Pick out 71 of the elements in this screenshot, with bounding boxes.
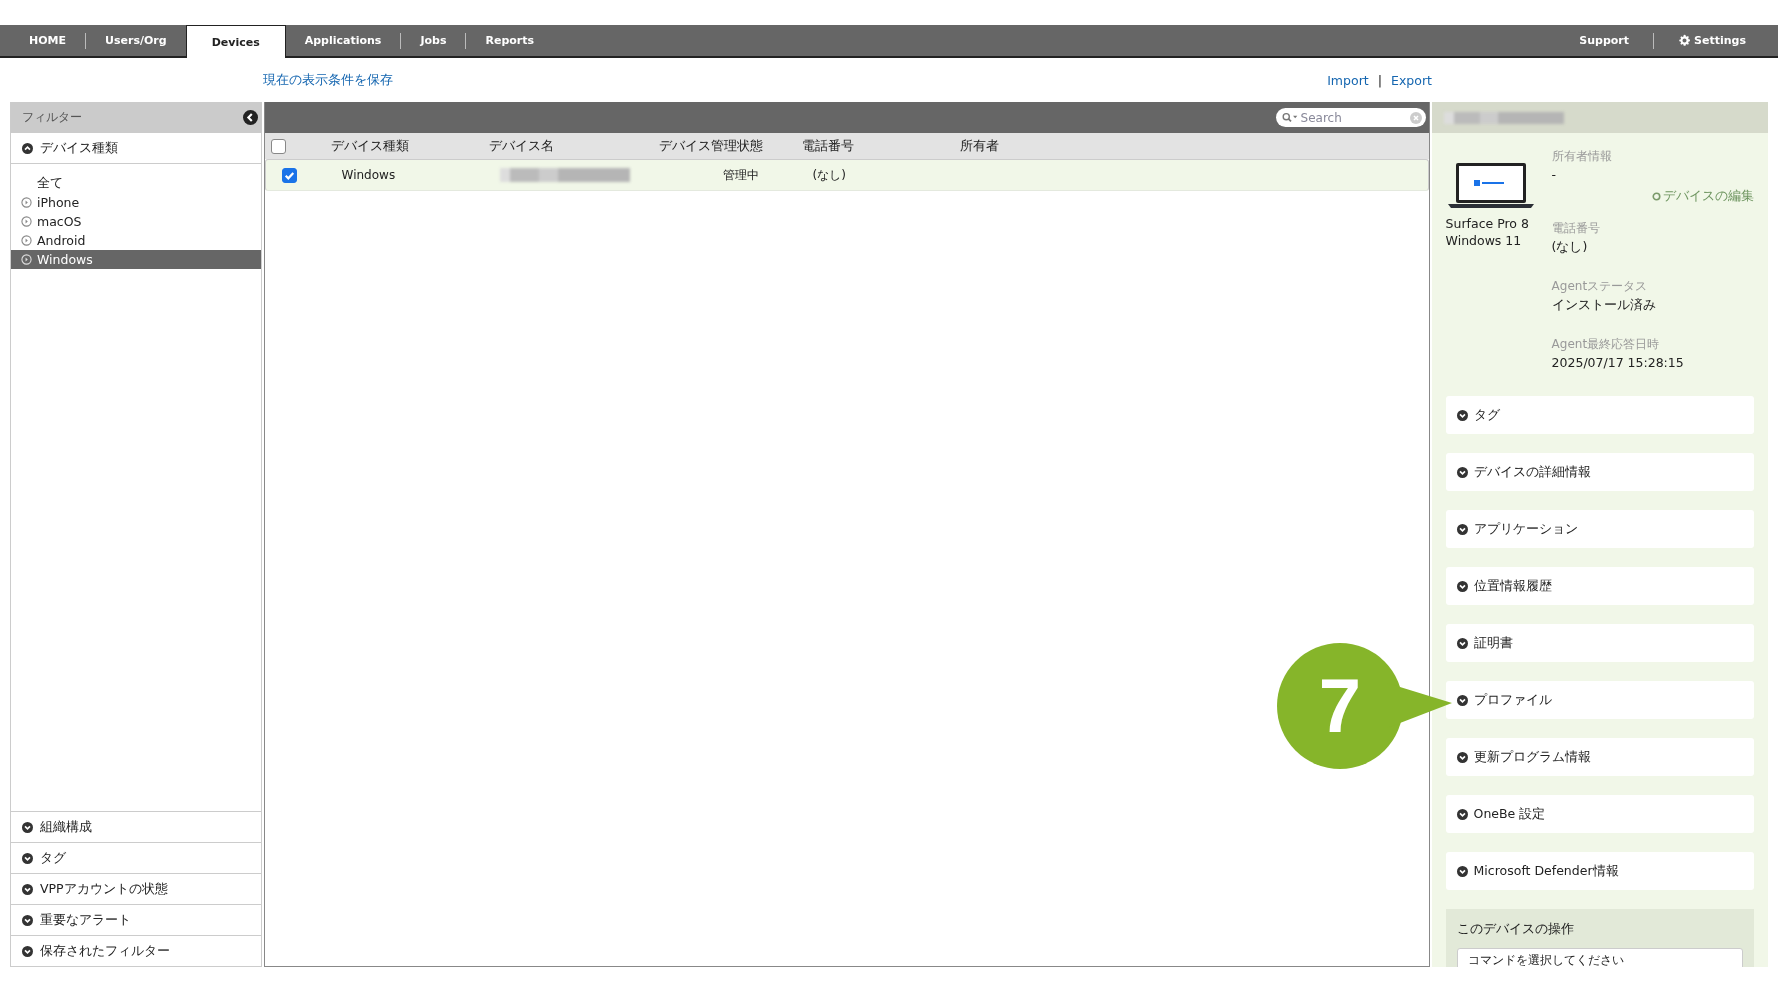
accordion-section[interactable]: デバイスの詳細情報 bbox=[1445, 453, 1754, 491]
column-header[interactable]: デバイス名 bbox=[488, 137, 649, 155]
field-label: 所有者情報 bbox=[1551, 148, 1613, 165]
radio-icon bbox=[21, 216, 32, 227]
field-value: 2025/07/17 15:28:15 bbox=[1551, 354, 1685, 372]
collapse-icon[interactable] bbox=[242, 110, 258, 125]
column-header[interactable]: デバイス管理状態 bbox=[648, 137, 802, 155]
chevron-icon bbox=[1456, 580, 1468, 592]
accordion-section[interactable]: タグ bbox=[1445, 396, 1754, 434]
laptop-icon bbox=[1445, 161, 1536, 211]
accordion-section[interactable]: アプリケーション bbox=[1445, 510, 1754, 548]
circle-icon bbox=[1652, 192, 1661, 201]
table-cell: Windows bbox=[341, 168, 396, 182]
nav-tab[interactable]: HOME bbox=[10, 25, 86, 56]
column-header[interactable]: 所有者 bbox=[959, 137, 1429, 155]
accordion-section[interactable]: Microsoft Defender情報 bbox=[1445, 852, 1754, 890]
table-row[interactable]: Windows 管理中 (なし) bbox=[264, 159, 1429, 191]
device-os: Windows 11 bbox=[1445, 232, 1523, 249]
device-model: Surface Pro 8 bbox=[1445, 215, 1530, 232]
actions-title: このデバイスの操作 bbox=[1456, 921, 1575, 938]
nav-tab[interactable]: Users/Org bbox=[86, 25, 186, 56]
chevron-icon bbox=[1456, 466, 1468, 478]
chevron-icon bbox=[22, 821, 33, 833]
chevron-icon bbox=[22, 914, 33, 926]
field-label: Agentステータス bbox=[1551, 278, 1649, 295]
chevron-icon bbox=[22, 852, 33, 864]
radio-icon bbox=[21, 254, 32, 265]
radio-icon bbox=[21, 235, 32, 246]
column-header[interactable]: 電話番号 bbox=[801, 137, 960, 155]
column-header[interactable]: デバイス種類 bbox=[330, 137, 489, 155]
chevron-icon bbox=[1456, 808, 1468, 820]
chevron-icon bbox=[22, 142, 33, 154]
nav-tab[interactable]: Jobs bbox=[401, 25, 466, 56]
filter-item[interactable]: Windows bbox=[11, 250, 261, 269]
accordion-section[interactable]: 証明書 bbox=[1445, 624, 1754, 662]
chevron-icon bbox=[1456, 409, 1468, 421]
accordion-section[interactable]: OneBe 設定 bbox=[1445, 795, 1754, 833]
export-link[interactable]: Export bbox=[1391, 72, 1432, 88]
chevron-icon bbox=[22, 945, 33, 957]
nav-tab[interactable]: Reports bbox=[466, 25, 554, 56]
field-value: インストール済み bbox=[1551, 296, 1657, 314]
chevron-icon bbox=[1456, 637, 1468, 649]
search-field[interactable]: Search bbox=[1275, 108, 1426, 127]
chevron-icon bbox=[22, 883, 33, 895]
command-select[interactable]: コマンドを選択してください bbox=[1456, 948, 1743, 967]
select-all-checkbox[interactable] bbox=[270, 138, 286, 154]
nav-link[interactable]: Settings bbox=[1654, 34, 1770, 47]
import-link[interactable]: Import bbox=[1327, 72, 1369, 88]
field-value: - bbox=[1551, 166, 1558, 184]
nav-link[interactable]: Support bbox=[1555, 34, 1654, 47]
chevron-icon bbox=[1456, 523, 1468, 535]
nav-tab[interactable]: Applications bbox=[285, 25, 401, 56]
chevron-icon bbox=[1456, 865, 1468, 877]
step-callout: 7 bbox=[1277, 643, 1452, 769]
nav-tab[interactable]: Devices bbox=[185, 25, 286, 58]
chevron-icon bbox=[1456, 694, 1468, 706]
accordion-section[interactable]: 更新プログラム情報 bbox=[1445, 738, 1754, 776]
save-view-link[interactable]: 現在の表示条件を保存 bbox=[263, 71, 393, 89]
search-icon bbox=[1281, 112, 1299, 123]
field-label: 電話番号 bbox=[1551, 220, 1601, 237]
table-cell: 管理中 bbox=[723, 167, 760, 182]
accordion-section[interactable]: 位置情報履歴 bbox=[1445, 567, 1754, 605]
field-label: Agent最終応答日時 bbox=[1551, 336, 1661, 353]
radio-icon bbox=[21, 197, 32, 208]
sidebar-title: フィルター bbox=[22, 109, 82, 126]
table-cell: (なし) bbox=[812, 167, 846, 182]
settings-icon bbox=[1678, 34, 1692, 47]
chevron-icon bbox=[1456, 751, 1468, 763]
link-separator: | bbox=[1377, 72, 1383, 88]
row-checkbox[interactable] bbox=[281, 167, 297, 183]
field-value: (なし) bbox=[1551, 238, 1589, 256]
